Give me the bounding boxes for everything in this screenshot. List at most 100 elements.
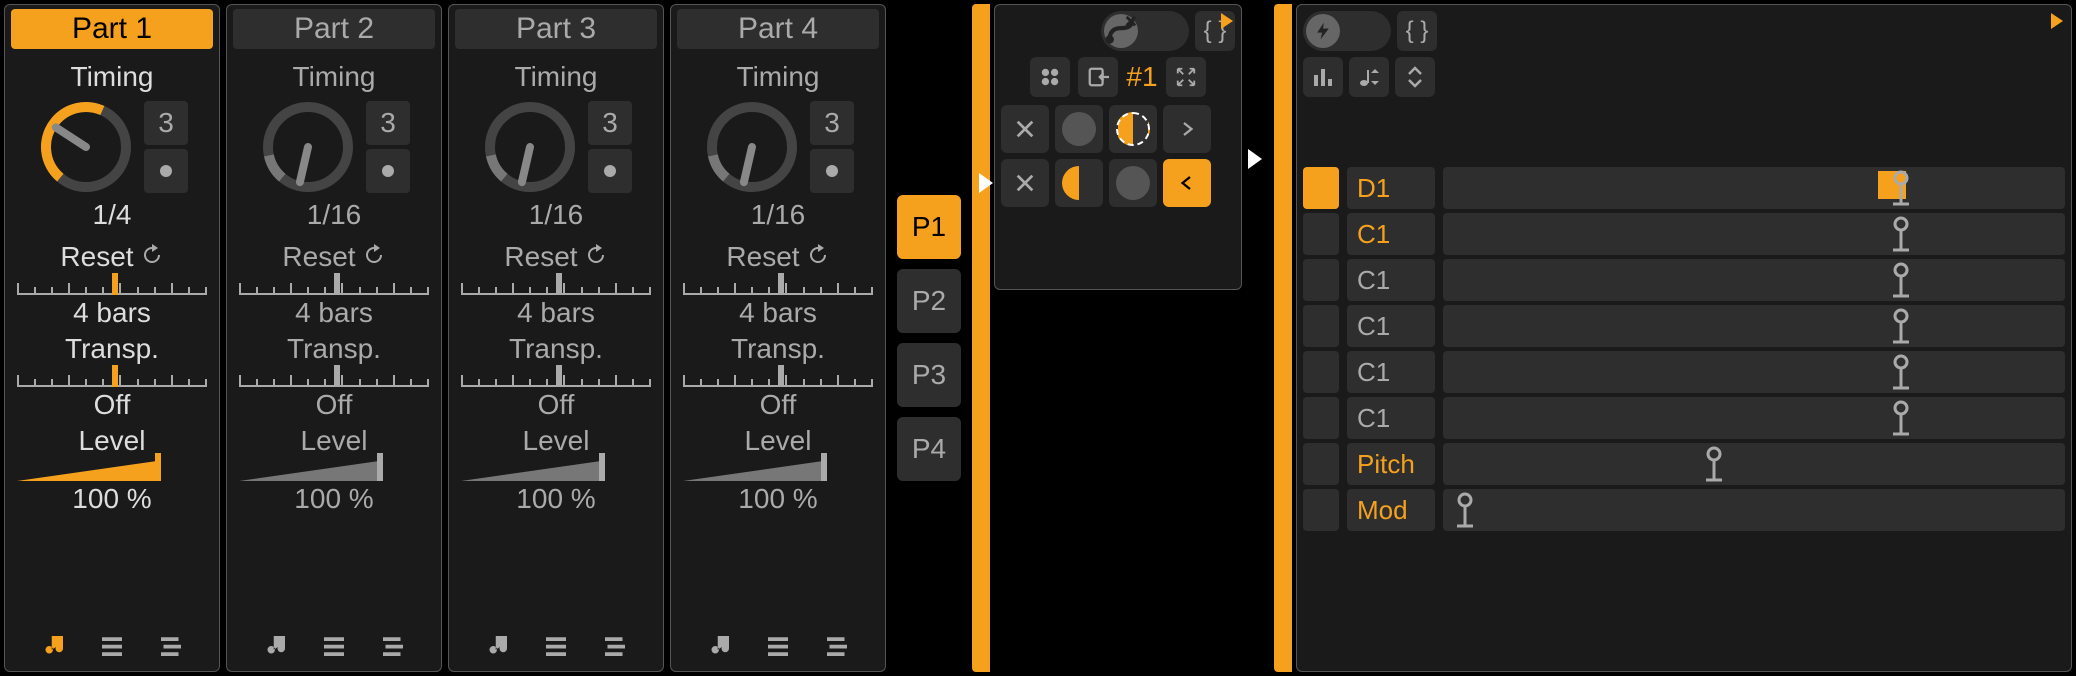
lane-select-handle[interactable] [1303, 259, 1339, 301]
note-icon[interactable] [704, 631, 734, 661]
timing-knob[interactable] [258, 97, 358, 197]
ptab-P1[interactable]: P1 [897, 195, 961, 259]
mode-toggle-2[interactable] [1303, 11, 1391, 51]
timing-dotted-toggle[interactable] [810, 149, 854, 193]
reset-icon[interactable] [806, 243, 830, 267]
part-header[interactable]: Part 1 [11, 9, 213, 49]
timing-dotted-toggle[interactable] [588, 149, 632, 193]
part-header[interactable]: Part 2 [233, 9, 435, 49]
lane-select-handle[interactable] [1303, 167, 1339, 209]
ptab-P4[interactable]: P4 [897, 417, 961, 481]
timing-dotted-toggle[interactable] [366, 149, 410, 193]
steps-icon[interactable] [156, 631, 186, 661]
lane-select-handle[interactable] [1303, 351, 1339, 393]
timing-numerator[interactable]: 3 [144, 101, 188, 145]
bars-slider[interactable] [239, 277, 429, 295]
prev-button[interactable] [1163, 159, 1211, 207]
part-header[interactable]: Part 4 [677, 9, 879, 49]
collapse-icon [1403, 65, 1427, 89]
slot-3[interactable] [1055, 159, 1103, 207]
note-icon[interactable] [38, 631, 68, 661]
steps-icon[interactable] [822, 631, 852, 661]
part-header[interactable]: Part 3 [455, 9, 657, 49]
level-slider[interactable] [683, 463, 873, 481]
expand-arrow-icon[interactable] [1221, 13, 1233, 29]
bars-slider[interactable] [683, 277, 873, 295]
reset-icon[interactable] [362, 243, 386, 267]
list-icon[interactable] [763, 631, 793, 661]
list-icon[interactable] [319, 631, 349, 661]
lane-track[interactable] [1443, 397, 2065, 439]
transpose-slider[interactable] [683, 369, 873, 387]
reset-icon[interactable] [584, 243, 608, 267]
lane-value-handle[interactable] [1891, 308, 1911, 344]
timing-dotted-toggle[interactable] [144, 149, 188, 193]
lane-track[interactable] [1443, 167, 2065, 209]
lane-value-handle[interactable] [1891, 354, 1911, 390]
delete-button[interactable] [1001, 105, 1049, 153]
note-updown-button[interactable] [1349, 57, 1389, 97]
transpose-slider[interactable] [17, 369, 207, 387]
slot-2-selected[interactable] [1109, 105, 1157, 153]
slot-1[interactable] [1055, 105, 1103, 153]
lane-track[interactable] [1443, 351, 2065, 393]
lane-select-handle[interactable] [1303, 397, 1339, 439]
lane-track[interactable] [1443, 443, 2065, 485]
group-icon-button[interactable] [1030, 57, 1070, 97]
lane-label[interactable]: C1 [1347, 351, 1435, 393]
steps-icon[interactable] [378, 631, 408, 661]
ptab-P2[interactable]: P2 [897, 269, 961, 333]
slot-4[interactable] [1109, 159, 1157, 207]
bars-slider[interactable] [17, 277, 207, 295]
timing-knob[interactable] [702, 97, 802, 197]
level-slider[interactable] [17, 463, 207, 481]
lane-label[interactable]: C1 [1347, 397, 1435, 439]
steps-icon[interactable] [600, 631, 630, 661]
lane-value-handle[interactable] [1891, 400, 1911, 436]
lane-value-handle[interactable] [1455, 492, 1475, 528]
lane-value-handle[interactable] [1704, 446, 1724, 482]
lane-track[interactable] [1443, 305, 2065, 347]
lane-label[interactable]: C1 [1347, 305, 1435, 347]
import-button[interactable] [1078, 57, 1118, 97]
lane-value-handle[interactable] [1891, 216, 1911, 252]
timing-knob[interactable] [480, 97, 580, 197]
ptab-P3[interactable]: P3 [897, 343, 961, 407]
list-icon[interactable] [541, 631, 571, 661]
mode-toggle[interactable] [1101, 11, 1189, 51]
lane-select-handle[interactable] [1303, 305, 1339, 347]
transpose-slider[interactable] [239, 369, 429, 387]
lane-label[interactable]: Pitch [1347, 443, 1435, 485]
reset-icon[interactable] [140, 243, 164, 267]
lane-value-handle[interactable] [1891, 262, 1911, 298]
lane-select-handle[interactable] [1303, 443, 1339, 485]
level-slider[interactable] [239, 463, 429, 481]
lane-select-handle[interactable] [1303, 489, 1339, 531]
braces-button-2[interactable]: { } [1397, 11, 1437, 51]
note-icon[interactable] [482, 631, 512, 661]
view-bars-button[interactable] [1303, 57, 1343, 97]
timing-numerator[interactable]: 3 [366, 101, 410, 145]
list-icon[interactable] [97, 631, 127, 661]
lane-label[interactable]: C1 [1347, 259, 1435, 301]
level-slider[interactable] [461, 463, 651, 481]
timing-numerator[interactable]: 3 [588, 101, 632, 145]
expand-arrow-icon-2[interactable] [2051, 13, 2063, 29]
expand-button[interactable] [1166, 57, 1206, 97]
transpose-slider[interactable] [461, 369, 651, 387]
lane-label[interactable]: D1 [1347, 167, 1435, 209]
note-icon[interactable] [260, 631, 290, 661]
lane-value-handle[interactable] [1891, 170, 1911, 206]
lane-label[interactable]: Mod [1347, 489, 1435, 531]
expand-collapse-button[interactable] [1395, 57, 1435, 97]
lane-select-handle[interactable] [1303, 213, 1339, 255]
lane-track[interactable] [1443, 213, 2065, 255]
next-button[interactable] [1163, 105, 1211, 153]
bars-slider[interactable] [461, 277, 651, 295]
lane-label[interactable]: C1 [1347, 213, 1435, 255]
delete-button-2[interactable] [1001, 159, 1049, 207]
timing-numerator[interactable]: 3 [810, 101, 854, 145]
lane-track[interactable] [1443, 259, 2065, 301]
lane-track[interactable] [1443, 489, 2065, 531]
timing-knob[interactable] [36, 97, 136, 197]
